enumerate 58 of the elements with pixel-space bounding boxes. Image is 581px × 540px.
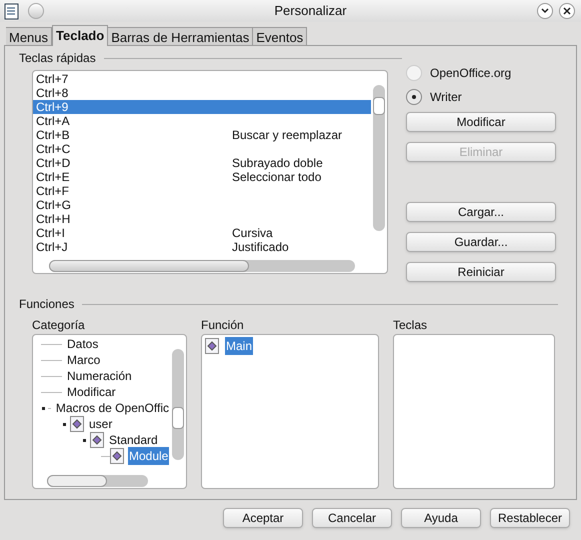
dialog-button[interactable]: Ayuda [401,508,481,528]
macro-icon [70,416,84,432]
radio-label[interactable]: Writer [430,88,462,106]
side-button[interactable]: Cargar... [406,202,556,222]
column-label: Categoría [32,317,86,334]
macro-icon [90,432,104,448]
radio-button[interactable] [406,89,422,105]
tree-item[interactable]: Modificar [66,383,117,401]
side-button[interactable]: Modificar [406,112,556,132]
section-title: Teclas rápidas [19,50,96,67]
list-row[interactable]: Ctrl+7 [33,72,371,86]
list-row[interactable]: Ctrl+D Subrayado doble [33,156,371,170]
keys-list[interactable] [393,334,555,489]
close-button[interactable] [559,3,575,19]
tab[interactable]: Teclado [52,25,108,46]
function-list[interactable]: Main [201,334,379,489]
function-item[interactable]: Main [225,337,254,355]
dialog-button[interactable]: Cancelar [312,508,392,528]
side-button[interactable]: Reiniciar [406,262,556,282]
close-icon [563,7,571,15]
tree-item[interactable]: user [88,415,114,433]
list-row[interactable]: Ctrl+H [33,212,371,226]
app-icon [4,2,20,20]
list-row[interactable]: Ctrl+J Justificado [33,240,371,254]
macro-icon [205,338,219,354]
tree-item[interactable]: Module [128,447,170,465]
list-row[interactable]: Ctrl+9 [33,100,371,114]
tree-item[interactable]: Standard [108,431,159,449]
list-row[interactable]: Ctrl+C [33,142,371,156]
tab[interactable]: Eventos [253,27,308,45]
list-row[interactable]: Ctrl+E Seleccionar todo [33,170,371,184]
macro-icon [110,448,124,464]
side-button[interactable]: Guardar... [406,232,556,252]
window-title: Personalizar [273,2,348,20]
column-label: Teclas [393,317,428,334]
category-tree[interactable]: Datos Marco Numeración Modificar Macros de OpenOffic user Standard Module [32,334,187,489]
window-menu-button[interactable] [28,3,44,19]
tree-item[interactable]: Marco [66,351,102,369]
section-title: Funciones [19,296,74,313]
shortcut-list[interactable]: Ctrl+7 Ctrl+8 Ctrl+9 Ctrl+A Ctrl+B Buscar y reemplazar Ctrl+C Ctrl+D Subrayado doble Ctrl+E Seleccionar todo Ctrl+F Ctrl+G Ctrl+H Ctrl+I Cursiva Ctrl+J Justificado [32,70,388,274]
list-row[interactable]: Ctrl+B Buscar y reemplazar [33,128,371,142]
radio-label[interactable]: OpenOffice.org [430,64,512,82]
list-row[interactable]: Ctrl+A [33,114,371,128]
tree-item[interactable]: Macros de OpenOffic [54,399,170,417]
dialog-button[interactable]: Restablecer [490,508,570,528]
dialog-button[interactable]: Aceptar [223,508,303,528]
radio-button[interactable] [406,65,422,81]
list-row[interactable]: Ctrl+F [33,184,371,198]
tree-item[interactable]: Datos [66,335,100,353]
column-label: Función [201,317,245,334]
tab[interactable]: Menus [6,27,52,45]
list-row[interactable]: Ctrl+G [33,198,371,212]
tab[interactable]: Barras de Herramientas [108,27,254,45]
minimize-button[interactable] [537,3,553,19]
list-row[interactable]: Ctrl+8 [33,86,371,100]
tree-item[interactable]: Numeración [66,367,133,385]
list-row[interactable]: Ctrl+I Cursiva [33,226,371,240]
caret-icon [541,8,549,14]
